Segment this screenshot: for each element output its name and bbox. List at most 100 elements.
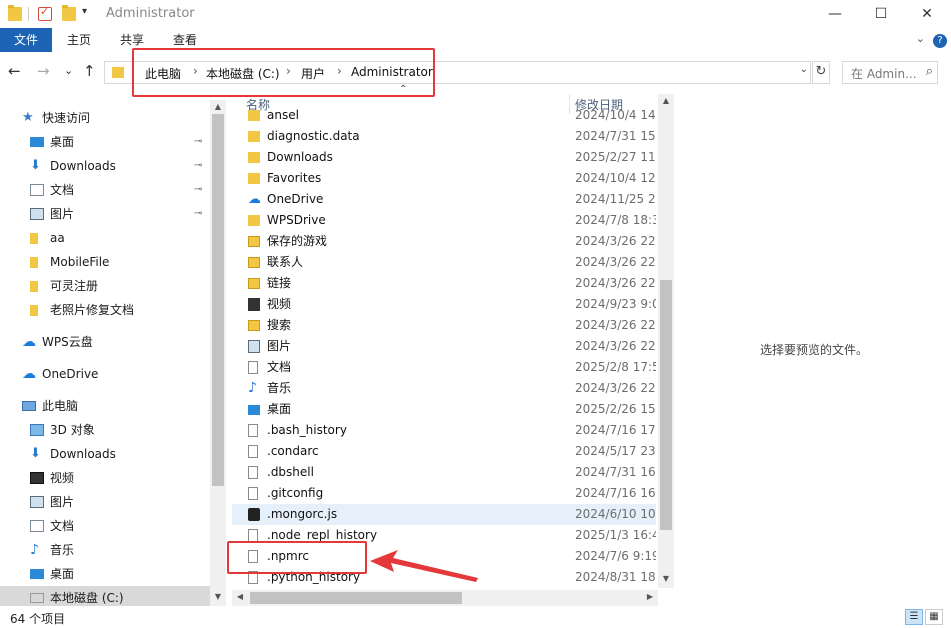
file-date: 2024/7/16 17: bbox=[575, 423, 656, 437]
details-view-icon[interactable]: ☰ bbox=[905, 609, 923, 625]
sidebar-item[interactable]: ♪ 音乐 bbox=[0, 538, 210, 562]
table-row[interactable]: 保存的游戏 2024/3/26 22: bbox=[232, 231, 656, 252]
scroll-down-icon[interactable]: ▼ bbox=[210, 592, 226, 601]
maximize-button[interactable]: ☐ bbox=[858, 0, 904, 28]
table-row[interactable]: 文档 2025/2/8 17:5 bbox=[232, 357, 656, 378]
annotation-arrow-icon bbox=[370, 550, 478, 582]
sidebar-item[interactable]: 桌面 bbox=[0, 562, 210, 586]
navigation-pane: ★ 快速访问 桌面 ⊸ ⬇ Downloads ⊸ 文档 ⊸ 图片 ⊸ aa MobileFile 可灵注… bbox=[0, 100, 226, 606]
minimize-button[interactable]: — bbox=[812, 0, 858, 28]
divider bbox=[28, 7, 29, 21]
new-folder-icon[interactable] bbox=[62, 5, 76, 21]
sidebar-item[interactable]: 图片 ⊸ bbox=[0, 202, 210, 226]
table-row[interactable]: ☁ OneDrive 2024/11/25 23 bbox=[232, 189, 656, 210]
dark-icon bbox=[248, 508, 260, 521]
address-dropdown-icon[interactable]: ⌄ bbox=[800, 64, 808, 75]
navigation-pane-scrollbar[interactable]: ▲ ▼ bbox=[210, 100, 226, 606]
recent-locations-icon[interactable]: ⌄ bbox=[64, 64, 73, 77]
folder-icon bbox=[248, 110, 260, 121]
table-row[interactable]: .dbshell 2024/7/31 16: bbox=[232, 462, 656, 483]
sidebar-item-label: 文档 bbox=[50, 183, 75, 197]
table-row[interactable]: .mongorc.js 2024/6/10 10: bbox=[232, 504, 656, 525]
table-row[interactable]: ♪ 音乐 2024/3/26 22: bbox=[232, 378, 656, 399]
sidebar-item[interactable]: ☁ OneDrive bbox=[0, 362, 210, 386]
table-row[interactable]: .gitconfig 2024/7/16 16: bbox=[232, 483, 656, 504]
file-date: 2024/8/31 18: bbox=[575, 570, 656, 584]
picture-icon bbox=[248, 340, 260, 353]
file-name: .bash_history bbox=[267, 423, 347, 437]
sidebar-item[interactable]: ☁ WPS云盘 bbox=[0, 330, 210, 354]
sidebar-item[interactable]: ★ 快速访问 bbox=[0, 106, 210, 130]
table-row[interactable]: 搜索 2024/3/26 22: bbox=[232, 315, 656, 336]
sidebar-item[interactable]: 可灵注册 bbox=[0, 274, 210, 298]
sidebar-item-label: 3D 对象 bbox=[50, 423, 95, 437]
table-row[interactable]: 联系人 2024/3/26 22: bbox=[232, 252, 656, 273]
search-input[interactable]: 在 Admin... ⌕ bbox=[842, 61, 938, 84]
file-list-horizontal-scrollbar[interactable]: ◀ ▶ bbox=[232, 590, 658, 606]
sidebar-item[interactable]: 老照片修复文档 bbox=[0, 298, 210, 322]
file-icon bbox=[248, 445, 258, 458]
pin-icon: ⊸ bbox=[194, 160, 203, 171]
file-date: 2024/3/26 22: bbox=[575, 255, 656, 269]
sidebar-item[interactable]: ⬇ Downloads bbox=[0, 442, 210, 466]
file-icon bbox=[248, 424, 258, 437]
sidebar-item-label: OneDrive bbox=[42, 367, 99, 381]
video-icon bbox=[30, 472, 44, 484]
table-row[interactable]: 桌面 2025/2/26 15: bbox=[232, 399, 656, 420]
properties-icon[interactable] bbox=[38, 5, 52, 21]
file-date: 2024/3/26 22: bbox=[575, 234, 656, 248]
sidebar-item[interactable]: 文档 ⊸ bbox=[0, 178, 210, 202]
help-icon[interactable]: ? bbox=[933, 34, 947, 48]
tab-home[interactable]: 主页 bbox=[60, 28, 98, 52]
sidebar-item[interactable]: 视频 bbox=[0, 466, 210, 490]
file-date: 2024/11/25 23 bbox=[575, 192, 656, 206]
scroll-left-icon[interactable]: ◀ bbox=[232, 592, 248, 601]
table-row[interactable]: .condarc 2024/5/17 23: bbox=[232, 441, 656, 462]
cloud-icon: ☁ bbox=[248, 192, 261, 207]
close-button[interactable]: ✕ bbox=[904, 0, 950, 28]
scroll-up-icon[interactable]: ▲ bbox=[658, 96, 674, 105]
scroll-right-icon[interactable]: ▶ bbox=[642, 592, 658, 601]
table-row[interactable]: ansel 2024/10/4 14: bbox=[232, 105, 656, 126]
expand-ribbon-icon[interactable]: ⌄ bbox=[916, 32, 925, 45]
table-row[interactable]: .bash_history 2024/7/16 17: bbox=[232, 420, 656, 441]
back-button[interactable]: ← bbox=[8, 62, 21, 80]
scroll-up-icon[interactable]: ▲ bbox=[210, 102, 226, 111]
table-row[interactable]: Downloads 2025/2/27 11: bbox=[232, 147, 656, 168]
scrollbar-thumb[interactable] bbox=[250, 592, 462, 604]
sidebar-item[interactable]: 3D 对象 bbox=[0, 418, 210, 442]
file-date: 2025/2/26 15: bbox=[575, 402, 656, 416]
file-name: 链接 bbox=[267, 276, 292, 290]
table-row[interactable]: 链接 2024/3/26 22: bbox=[232, 273, 656, 294]
table-row[interactable]: 图片 2024/3/26 22: bbox=[232, 336, 656, 357]
scrollbar-thumb[interactable] bbox=[660, 280, 672, 530]
sidebar-item[interactable]: MobileFile bbox=[0, 250, 210, 274]
scroll-down-icon[interactable]: ▼ bbox=[658, 574, 674, 583]
sidebar-item[interactable]: 此电脑 bbox=[0, 394, 210, 418]
table-row[interactable]: diagnostic.data 2024/7/31 15: bbox=[232, 126, 656, 147]
sidebar-item[interactable]: aa bbox=[0, 226, 210, 250]
sidebar-item[interactable]: ⬇ Downloads ⊸ bbox=[0, 154, 210, 178]
table-row[interactable]: Favorites 2024/10/4 12: bbox=[232, 168, 656, 189]
sidebar-item[interactable]: 本地磁盘 (C:) bbox=[0, 586, 210, 606]
file-name: .dbshell bbox=[267, 465, 314, 479]
folder-icon bbox=[248, 215, 260, 226]
forward-button[interactable]: → bbox=[37, 62, 50, 80]
quick-access-dropdown-icon[interactable]: ▾ bbox=[82, 6, 87, 17]
file-name: OneDrive bbox=[267, 192, 324, 206]
up-button[interactable]: ↑ bbox=[83, 62, 96, 80]
sidebar-item[interactable]: 桌面 ⊸ bbox=[0, 130, 210, 154]
sidebar-item[interactable]: 图片 bbox=[0, 490, 210, 514]
tab-file[interactable]: 文件 bbox=[0, 28, 52, 52]
file-date: 2024/7/16 16: bbox=[575, 486, 656, 500]
scrollbar-thumb[interactable] bbox=[212, 114, 224, 486]
sidebar-item[interactable]: 文档 bbox=[0, 514, 210, 538]
refresh-button[interactable]: ↻ bbox=[812, 61, 830, 84]
table-row[interactable]: WPSDrive 2024/7/8 18:3 bbox=[232, 210, 656, 231]
file-name: 保存的游戏 bbox=[267, 234, 328, 248]
cloud-icon: ☁ bbox=[22, 334, 36, 350]
large-icons-view-icon[interactable]: ▦ bbox=[925, 609, 943, 625]
file-list-vertical-scrollbar[interactable]: ▲ ▼ bbox=[658, 94, 674, 588]
table-row[interactable]: 视频 2024/9/23 9:0 bbox=[232, 294, 656, 315]
folder-icon bbox=[30, 281, 38, 292]
